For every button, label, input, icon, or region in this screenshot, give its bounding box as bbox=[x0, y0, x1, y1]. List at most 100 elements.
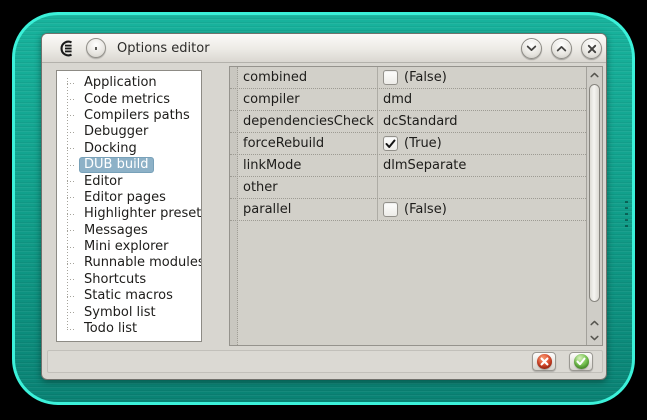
tree-item-label: Docking bbox=[84, 140, 137, 156]
tree-branch-line bbox=[67, 328, 75, 330]
checkbox[interactable] bbox=[383, 136, 398, 151]
property-name[interactable]: forceRebuild bbox=[243, 133, 324, 154]
tree-item-label: Highlighter presets bbox=[84, 206, 202, 222]
close-button[interactable] bbox=[581, 38, 602, 59]
property-row: other bbox=[230, 177, 586, 199]
tree-item-label: Static macros bbox=[84, 288, 173, 304]
coedit-logo-icon bbox=[58, 40, 76, 57]
chevron-down-icon bbox=[526, 45, 537, 51]
tree-branch-line bbox=[67, 131, 75, 133]
tree-branch-line bbox=[67, 181, 75, 183]
tree-item[interactable]: Highlighter presets bbox=[57, 206, 201, 222]
property-name[interactable]: combined bbox=[243, 67, 307, 88]
scroll-up-icon[interactable] bbox=[587, 67, 602, 82]
property-row: forceRebuild (True) bbox=[230, 133, 586, 155]
tree-item[interactable]: Todo list bbox=[57, 321, 201, 337]
tree-item[interactable]: Application bbox=[57, 75, 201, 91]
tree-item-label: Code metrics bbox=[84, 91, 171, 107]
property-value-text: (True) bbox=[404, 136, 442, 151]
tree-item[interactable]: Static macros bbox=[57, 288, 201, 304]
tree-item-label: Shortcuts bbox=[84, 271, 147, 287]
property-row: compiler dmd bbox=[230, 89, 586, 111]
cancel-button[interactable] bbox=[532, 352, 556, 371]
property-name[interactable]: other bbox=[243, 177, 278, 198]
tree-item[interactable]: Editor bbox=[57, 173, 201, 189]
property-row: linkMode dlmSeparate bbox=[230, 155, 586, 177]
tree-item[interactable]: Compilers paths bbox=[57, 108, 201, 124]
property-value-text: (False) bbox=[404, 70, 447, 85]
accept-green-check-icon bbox=[573, 354, 589, 369]
property-rows: combined (False) compiler dmd dependenci… bbox=[230, 67, 586, 221]
tree-branch-line bbox=[67, 99, 75, 101]
chevron-up-icon bbox=[556, 46, 567, 52]
category-tree: Application Code metrics Compilers paths… bbox=[56, 70, 202, 342]
checkbox[interactable] bbox=[383, 202, 398, 217]
tree-item[interactable]: Editor pages bbox=[57, 190, 201, 206]
tree-item[interactable]: Messages bbox=[57, 223, 201, 239]
scrollbar-thumb[interactable] bbox=[589, 84, 600, 302]
scroll-down-icon[interactable] bbox=[587, 330, 602, 345]
tree-branch-line bbox=[67, 295, 75, 297]
shade-button[interactable] bbox=[521, 38, 542, 59]
property-value-cell[interactable]: dcStandard bbox=[377, 111, 586, 132]
property-value-cell[interactable]: dmd bbox=[377, 89, 586, 110]
close-icon bbox=[587, 44, 596, 53]
scrollbar-track[interactable] bbox=[587, 82, 602, 315]
checkmark-icon bbox=[385, 139, 396, 148]
tree-item[interactable]: Runnable modules bbox=[57, 255, 201, 271]
property-value-cell[interactable]: (False) bbox=[377, 199, 586, 220]
tree-item-label: Runnable modules bbox=[84, 255, 202, 271]
options-editor-dialog: Options editor Application Code metrics … bbox=[41, 33, 607, 380]
tree-item-label: Debugger bbox=[84, 124, 149, 140]
tree-item-label: Mini explorer bbox=[84, 239, 169, 255]
property-name[interactable]: parallel bbox=[243, 199, 291, 220]
tree-item[interactable]: DUB build bbox=[57, 157, 201, 174]
property-value-cell[interactable]: (True) bbox=[377, 133, 586, 154]
property-grid: combined (False) compiler dmd dependenci… bbox=[229, 66, 603, 346]
tree-branch-line bbox=[67, 279, 75, 281]
titlebar: Options editor bbox=[42, 34, 606, 63]
tree-branch-line bbox=[67, 197, 75, 199]
property-value-cell[interactable] bbox=[377, 177, 586, 198]
tree-item-label: Messages bbox=[84, 222, 148, 238]
tree-branch-line bbox=[67, 262, 75, 264]
vertical-scrollbar[interactable] bbox=[586, 67, 602, 345]
tree-item[interactable]: Code metrics bbox=[57, 91, 201, 107]
tree-item[interactable]: Docking bbox=[57, 141, 201, 157]
tree-item-label: Symbol list bbox=[84, 304, 156, 320]
property-value-text: dcStandard bbox=[383, 114, 458, 129]
frame-resize-grip-dots[interactable] bbox=[625, 201, 628, 227]
property-value-cell[interactable]: dlmSeparate bbox=[377, 155, 586, 176]
tree-item-label: Todo list bbox=[84, 321, 138, 337]
window-title: Options editor bbox=[117, 40, 210, 56]
property-row: parallel (False) bbox=[230, 199, 586, 221]
property-row: dependenciesCheck dcStandard bbox=[230, 111, 586, 133]
property-value-text: dlmSeparate bbox=[383, 158, 467, 173]
checkbox[interactable] bbox=[383, 70, 398, 85]
footer-bar bbox=[47, 350, 603, 373]
property-name[interactable]: dependenciesCheck bbox=[243, 111, 374, 132]
tree-item-label: Editor bbox=[84, 173, 123, 189]
tree-branch-line bbox=[67, 82, 75, 84]
tree-branch-line bbox=[67, 213, 75, 215]
tree-branch-line bbox=[67, 246, 75, 248]
property-value-cell[interactable]: (False) bbox=[377, 67, 586, 88]
tree-branch-line bbox=[67, 312, 75, 314]
accept-button[interactable] bbox=[569, 352, 593, 371]
window-menu-icon[interactable] bbox=[86, 38, 106, 58]
property-name[interactable]: linkMode bbox=[243, 155, 301, 176]
tree-item[interactable]: Symbol list bbox=[57, 304, 201, 320]
property-value-text: dmd bbox=[383, 92, 413, 107]
tree-branch-line bbox=[67, 230, 75, 232]
tree-item-label: DUB build bbox=[79, 157, 154, 174]
tree-branch-line bbox=[67, 164, 75, 166]
scroll-up-icon-bottom[interactable] bbox=[587, 315, 602, 330]
tree-item[interactable]: Mini explorer bbox=[57, 239, 201, 255]
unshade-button[interactable] bbox=[551, 38, 572, 59]
tree-item-label: Application bbox=[84, 75, 157, 91]
tree-item[interactable]: Debugger bbox=[57, 124, 201, 140]
tree-item[interactable]: Shortcuts bbox=[57, 272, 201, 288]
tree-branch-line bbox=[67, 148, 75, 150]
property-row: combined (False) bbox=[230, 67, 586, 89]
property-name[interactable]: compiler bbox=[243, 89, 300, 110]
